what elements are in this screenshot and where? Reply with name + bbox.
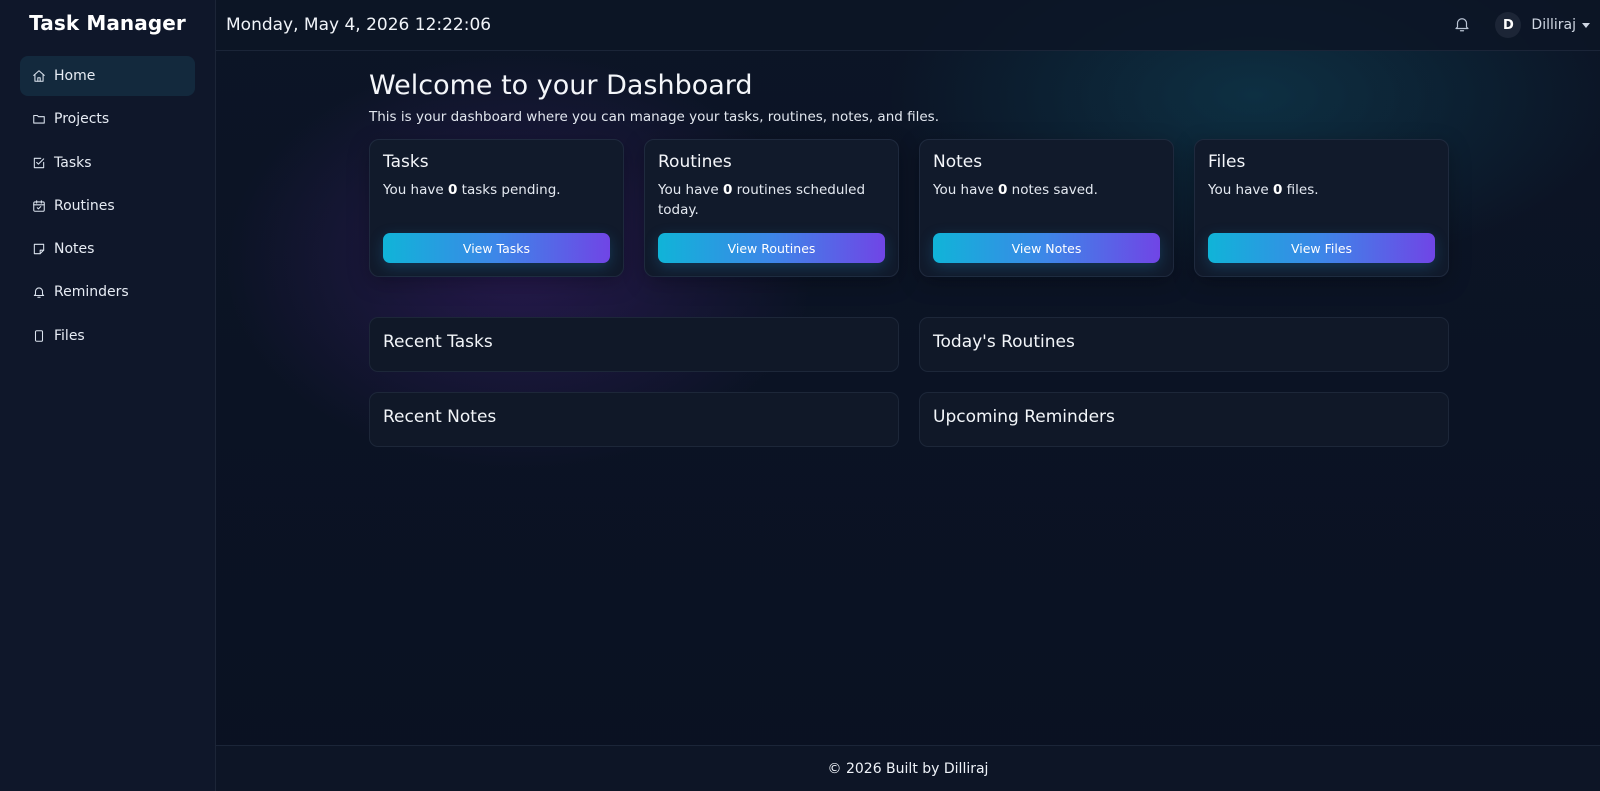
sidebar-item-reminders[interactable]: Reminders <box>20 272 195 312</box>
notes-card: Notes You have 0 notes saved. View Notes <box>919 139 1174 277</box>
file-icon <box>32 329 46 343</box>
sidebar-item-label: Notes <box>54 241 95 258</box>
calendar-check-icon <box>32 199 46 213</box>
footer-text: © 2026 Built by Dilliraj <box>827 760 989 777</box>
top-bar-actions: D Dilliraj <box>1453 12 1590 38</box>
panel-title: Recent Tasks <box>383 332 493 352</box>
sidebar-item-routines[interactable]: Routines <box>20 186 195 226</box>
card-count: 0 <box>997 182 1008 198</box>
notifications-bell-icon[interactable] <box>1453 15 1473 35</box>
sidebar-item-label: Routines <box>54 197 115 214</box>
panel-title: Today's Routines <box>933 332 1075 352</box>
panel-title: Recent Notes <box>383 407 497 427</box>
bell-icon <box>32 285 46 299</box>
summary-cards: Tasks You have 0 tasks pending. View Tas… <box>369 139 1449 277</box>
card-title: Routines <box>658 152 732 172</box>
sidebar-item-tasks[interactable]: Tasks <box>20 143 195 183</box>
view-routines-button[interactable]: View Routines <box>658 233 885 263</box>
sticky-note-icon <box>32 242 46 256</box>
page-subtitle: This is your dashboard where you can man… <box>369 109 939 125</box>
dashboard-panels: Recent Tasks Today's Routines Recent Not… <box>369 317 1449 447</box>
chevron-down-icon <box>1582 22 1590 28</box>
page-title: Welcome to your Dashboard <box>369 70 753 101</box>
username: Dilliraj <box>1531 17 1576 33</box>
sidebar-item-projects[interactable]: Projects <box>20 99 195 139</box>
home-icon <box>32 69 46 83</box>
tasks-card: Tasks You have 0 tasks pending. View Tas… <box>369 139 624 277</box>
recent-tasks-panel: Recent Tasks <box>369 317 899 372</box>
sidebar-item-label: Projects <box>54 111 110 128</box>
card-text: You have 0 notes saved. <box>933 182 1098 198</box>
avatar: D <box>1495 12 1522 38</box>
sidebar-item-label: Tasks <box>54 154 92 171</box>
sidebar-item-files[interactable]: Files <box>20 316 195 356</box>
app-root: Task Manager Home Projects Tasks Routine… <box>0 0 1600 791</box>
sidebar-item-label: Files <box>54 327 85 344</box>
card-title: Tasks <box>383 152 429 172</box>
sidebar-item-notes[interactable]: Notes <box>20 229 195 269</box>
card-text: You have 0 routines scheduled today. <box>658 182 866 218</box>
footer: © 2026 Built by Dilliraj <box>216 745 1600 791</box>
sidebar-item-home[interactable]: Home <box>20 56 195 96</box>
card-title: Notes <box>933 152 983 172</box>
view-notes-button[interactable]: View Notes <box>933 233 1160 263</box>
panel-title: Upcoming Reminders <box>933 407 1115 427</box>
card-count: 0 <box>1272 182 1283 198</box>
sidebar: Task Manager Home Projects Tasks Routine… <box>0 0 216 791</box>
current-datetime: Monday, May 4, 2026 12:22:06 <box>226 15 492 35</box>
card-title: Files <box>1208 152 1246 172</box>
card-text: You have 0 tasks pending. <box>383 182 561 198</box>
upcoming-reminders-panel: Upcoming Reminders <box>919 392 1449 447</box>
card-count: 0 <box>447 182 458 198</box>
card-count: 0 <box>722 182 733 198</box>
recent-notes-panel: Recent Notes <box>369 392 899 447</box>
user-menu[interactable]: D Dilliraj <box>1495 12 1590 38</box>
sidebar-nav: Home Projects Tasks Routines Notes Remin… <box>0 46 215 356</box>
dashboard-content: Welcome to your Dashboard This is your d… <box>369 70 1449 447</box>
folder-icon <box>32 112 46 126</box>
sidebar-item-label: Home <box>54 68 96 84</box>
app-title: Task Manager <box>29 11 186 35</box>
todays-routines-panel: Today's Routines <box>919 317 1449 372</box>
main-area: Monday, May 4, 2026 12:22:06 D Dilliraj … <box>216 0 1600 791</box>
view-tasks-button[interactable]: View Tasks <box>383 233 610 263</box>
sidebar-item-label: Reminders <box>54 284 129 301</box>
routines-card: Routines You have 0 routines scheduled t… <box>644 139 899 277</box>
card-text: You have 0 files. <box>1208 182 1319 198</box>
check-square-icon <box>32 156 46 170</box>
view-files-button[interactable]: View Files <box>1208 233 1435 263</box>
files-card: Files You have 0 files. View Files <box>1194 139 1449 277</box>
top-bar: Monday, May 4, 2026 12:22:06 D Dilliraj <box>216 0 1600 51</box>
